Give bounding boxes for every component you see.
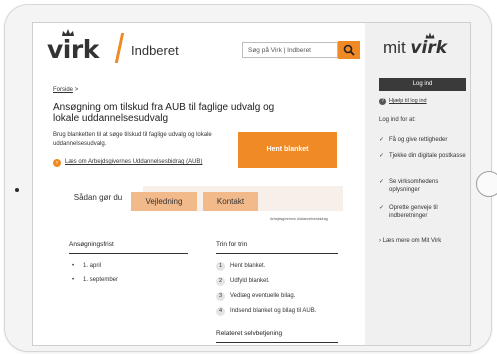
step-number: 4 xyxy=(216,307,225,316)
benefit-item: Se virksomhedens oplysninger xyxy=(379,178,467,194)
arrow-right-icon: › xyxy=(53,159,61,167)
log-ind-button[interactable]: Log ind xyxy=(379,78,466,91)
intro-text: Brug blanketten til at søge tilskud til … xyxy=(53,132,212,147)
breadcrumb-separator: > xyxy=(74,87,79,93)
logo-subtitle: Indberet xyxy=(131,43,179,58)
login-for-label: Log ind for at: xyxy=(379,117,416,123)
benefit-item: Få og give rettigheder xyxy=(379,136,467,144)
step-item: 2 Udfyld blanket. xyxy=(216,276,270,286)
mit-virk-logo-virk: virk xyxy=(410,38,448,58)
login-help-link[interactable]: ? Hjælp til log ind xyxy=(379,98,427,105)
frist-title: Ansøgningsfrist xyxy=(69,241,114,248)
tab-kontakt[interactable]: Kontakt xyxy=(203,192,258,211)
site-header: virk Indberet Søg på Virk | Indberet xyxy=(33,23,365,73)
step-item: 4 Indsend blanket og bilag til AUB. xyxy=(216,306,316,316)
frist-divider xyxy=(69,253,188,254)
page-title: Ansøgning om tilskud fra AUB til faglige… xyxy=(53,102,275,124)
benefit-item: Tjekke din digitale postkasse xyxy=(379,152,467,160)
step-number: 1 xyxy=(216,262,225,271)
benefit-item: Oprette genveje til indberetninger xyxy=(379,204,467,220)
step-number: 3 xyxy=(216,292,225,301)
home-button[interactable] xyxy=(476,171,497,197)
tab-saadan-goer-du[interactable]: Sådan gør du xyxy=(53,186,143,212)
step-item: 3 Vedlæg eventuelle bilag. xyxy=(216,291,295,301)
step-text: Vedlæg eventuelle bilag. xyxy=(230,293,296,299)
tablet-frame: virk Indberet Søg på Virk | Indberet For… xyxy=(4,4,497,352)
step-item: 1 Hent blanket. xyxy=(216,261,265,271)
mit-virk-logo[interactable]: mit virk xyxy=(383,38,447,58)
camera-dot xyxy=(15,188,19,192)
search-input[interactable]: Søg på Virk | Indberet xyxy=(242,42,338,58)
mit-virk-logo-prefix: mit xyxy=(383,38,406,57)
logo-divider xyxy=(114,33,125,63)
hent-blanket-button[interactable]: Hent blanket xyxy=(238,132,337,168)
aub-info-link-label: Læs om Arbejdsgivernes Uddannelsesbidrag… xyxy=(65,159,203,165)
step-number: 2 xyxy=(216,277,225,286)
search-icon xyxy=(343,44,355,56)
aub-info-link[interactable]: › Læs om Arbejdsgivernes Uddannelsesbidra… xyxy=(53,158,233,167)
read-more-label: Læs mere om Mit Virk xyxy=(382,238,442,244)
login-help-label: Hjælp til log ind xyxy=(389,98,427,104)
related-title: Relateret selvbetjening xyxy=(216,330,283,337)
step-text: Hent blanket. xyxy=(230,263,266,269)
step-text: Indsend blanket og bilag til AUB. xyxy=(230,308,317,314)
frist-item: 1. september xyxy=(72,277,118,283)
steps-title: Trin for trin xyxy=(216,241,248,248)
step-text: Udfyld blanket. xyxy=(230,278,270,284)
steps-divider xyxy=(216,253,338,254)
tab-vejledning[interactable]: Vejledning xyxy=(131,192,197,211)
screen: virk Indberet Søg på Virk | Indberet For… xyxy=(32,22,471,346)
question-icon: ? xyxy=(379,98,386,105)
read-more-mit-virk-link[interactable]: › Læs mere om Mit Virk xyxy=(379,238,441,244)
breadcrumb: Forside > xyxy=(53,87,78,93)
search-button[interactable] xyxy=(338,41,360,59)
breadcrumb-home-link[interactable]: Forside xyxy=(53,87,73,93)
org-name: Arbejdsgivernes Uddannelsesbidrag xyxy=(270,217,328,221)
frist-item: 1. april xyxy=(72,263,101,269)
mit-virk-sidebar: mit virk Log ind ? Hjælp til log ind Log … xyxy=(365,23,470,345)
main-content: virk Indberet Søg på Virk | Indberet For… xyxy=(33,23,365,345)
virk-logo[interactable]: virk xyxy=(47,35,99,64)
related-divider xyxy=(216,342,338,343)
